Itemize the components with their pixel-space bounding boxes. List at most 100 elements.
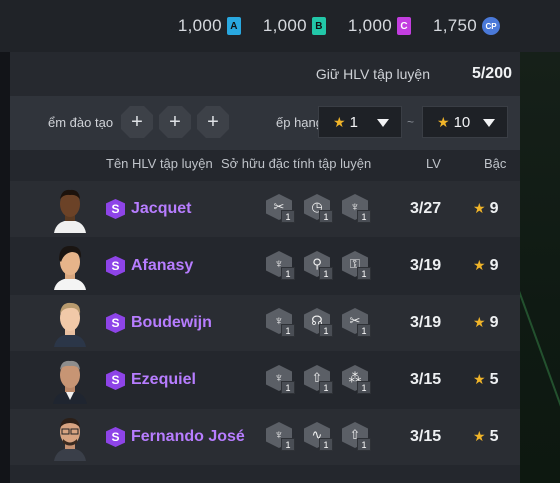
- coach-row[interactable]: S Jacquet ✂ 1 ◷ 1 ♆ 1 3/27 ★ 9: [10, 181, 520, 237]
- coach-avatar: [50, 299, 90, 347]
- currency-bar: 1,000 A 1,000 B 1,000 C 1,750 CP: [0, 0, 560, 52]
- trait-level: 1: [357, 210, 371, 223]
- rank-min-value: 1: [349, 113, 358, 131]
- coach-level: 3/27: [410, 200, 442, 217]
- trait-item[interactable]: ✂ 1: [342, 308, 372, 338]
- rank-filter-label: ếp hạng: [276, 115, 323, 130]
- column-header-traits: Sở hữu đặc tính tập luyện: [221, 156, 372, 171]
- rarity-badge: S: [106, 427, 125, 447]
- trait-item[interactable]: ♆ 1: [266, 365, 296, 395]
- currency-b-icon: B: [311, 17, 326, 35]
- slots-row: Giữ HLV tập luyện 5/200: [10, 52, 520, 96]
- column-header-name[interactable]: Tên HLV tập luyện: [106, 156, 213, 171]
- coach-name: Ezequiel: [131, 371, 196, 388]
- trait-item[interactable]: ♆ 1: [266, 308, 296, 338]
- trait-list: ♆ 1 ⚲ 1 ⚿ 1: [266, 251, 380, 281]
- star-icon: ★: [333, 113, 346, 130]
- trait-level: 1: [319, 210, 333, 223]
- coach-level: 3/15: [410, 371, 442, 388]
- currency-b: 1,000 B: [263, 16, 326, 36]
- trait-level: 1: [281, 381, 295, 394]
- rank-max-value: 10: [453, 113, 471, 131]
- add-filter-button-2[interactable]: +: [159, 106, 191, 138]
- star-icon: ★: [473, 314, 486, 330]
- add-filter-button-3[interactable]: +: [197, 106, 229, 138]
- left-edge-background: [0, 52, 10, 483]
- chevron-down-icon: [483, 119, 495, 127]
- coach-grade-value: 9: [489, 200, 499, 217]
- trait-item[interactable]: ♆ 1: [266, 422, 296, 452]
- coach-name: Afanasy: [131, 257, 194, 274]
- trait-list: ✂ 1 ◷ 1 ♆ 1: [266, 194, 380, 224]
- currency-c: 1,000 C: [348, 16, 411, 36]
- decorative-streak: [516, 286, 560, 428]
- coach-row[interactable]: S Ezequiel ♆ 1 ⇧ 1 ⁂ 1 3/15 ★ 5: [10, 352, 520, 408]
- trait-level: 1: [281, 438, 295, 451]
- trait-level: 1: [319, 324, 333, 337]
- star-icon: ★: [473, 371, 486, 387]
- coach-grade-value: 5: [489, 428, 499, 445]
- trait-level: 1: [357, 267, 371, 280]
- star-icon: ★: [473, 428, 486, 444]
- star-icon: ★: [437, 113, 450, 130]
- chevron-down-icon: [377, 119, 389, 127]
- trait-item[interactable]: ☊ 1: [304, 308, 334, 338]
- rank-min-select[interactable]: ★ 1: [318, 106, 402, 138]
- trait-list: ♆ 1 ☊ 1 ✂ 1: [266, 308, 380, 338]
- currency-cp-icon: CP: [482, 17, 500, 35]
- coach-level: 3/19: [410, 314, 442, 331]
- coach-avatar: [50, 356, 90, 404]
- coach-row[interactable]: S Boudewijn ♆ 1 ☊ 1 ✂ 1 3/19 ★ 9: [10, 295, 520, 351]
- rank-max-select[interactable]: ★ 10: [422, 106, 508, 138]
- column-header-lv[interactable]: LV: [426, 156, 441, 171]
- rarity-badge: S: [106, 370, 125, 390]
- coach-grade-value: 5: [489, 371, 499, 388]
- coach-grade: ★ 5: [473, 428, 498, 446]
- rarity-badge: S: [106, 199, 125, 219]
- coach-avatar: [50, 413, 90, 461]
- trait-item[interactable]: ⇧ 1: [304, 365, 334, 395]
- trait-item[interactable]: ⇧ 1: [342, 422, 372, 452]
- trait-item[interactable]: ◷ 1: [304, 194, 334, 224]
- trait-list: ♆ 1 ⇧ 1 ⁂ 1: [266, 365, 380, 395]
- trait-level: 1: [281, 324, 295, 337]
- trait-item[interactable]: ♆ 1: [266, 251, 296, 281]
- training-points-filter-label: ểm đào tạo: [48, 115, 114, 130]
- currency-c-icon: C: [396, 17, 411, 35]
- coach-row[interactable]: S Fernando José ♆ 1 ∿ 1 ⇧ 1 3/15 ★ 5: [10, 409, 520, 465]
- currency-a-icon: A: [226, 17, 241, 35]
- range-separator: ~: [407, 115, 415, 129]
- trait-level: 1: [357, 438, 371, 451]
- currency-cp: 1,750 CP: [433, 16, 500, 36]
- trait-level: 1: [319, 381, 333, 394]
- star-icon: ★: [473, 200, 486, 216]
- trait-item[interactable]: ✂ 1: [266, 194, 296, 224]
- trait-item[interactable]: ⚿ 1: [342, 251, 372, 281]
- trait-level: 1: [319, 438, 333, 451]
- trait-item[interactable]: ⁂ 1: [342, 365, 372, 395]
- coach-grade: ★ 9: [473, 314, 498, 332]
- trait-item[interactable]: ♆ 1: [342, 194, 372, 224]
- coach-grade: ★ 9: [473, 257, 498, 275]
- currency-a-value: 1,000: [177, 16, 222, 35]
- coach-name: Jacquet: [131, 200, 192, 217]
- trait-list: ♆ 1 ∿ 1 ⇧ 1: [266, 422, 380, 452]
- coach-level: 3/19: [410, 257, 442, 274]
- add-filter-button-1[interactable]: +: [121, 106, 153, 138]
- trait-item[interactable]: ⚲ 1: [304, 251, 334, 281]
- rarity-badge: S: [106, 313, 125, 333]
- coach-avatar: [50, 242, 90, 290]
- column-header-grade[interactable]: Bậc: [484, 156, 506, 171]
- filter-row: ểm đào tạo + + + ếp hạng ★ 1 ~ ★ 10: [10, 96, 520, 150]
- currency-cp-value: 1,750: [432, 16, 477, 35]
- trait-level: 1: [281, 267, 295, 280]
- currency-c-value: 1,000: [347, 16, 392, 35]
- coach-level: 3/15: [410, 428, 442, 445]
- right-edge-background: [516, 52, 560, 483]
- trait-item[interactable]: ∿ 1: [304, 422, 334, 452]
- trait-level: 1: [319, 267, 333, 280]
- slots-count: 5/200: [471, 65, 512, 82]
- coach-grade: ★ 5: [473, 371, 498, 389]
- coach-row[interactable]: S Afanasy ♆ 1 ⚲ 1 ⚿ 1 3/19 ★ 9: [10, 238, 520, 294]
- coach-grade: ★ 9: [473, 200, 498, 218]
